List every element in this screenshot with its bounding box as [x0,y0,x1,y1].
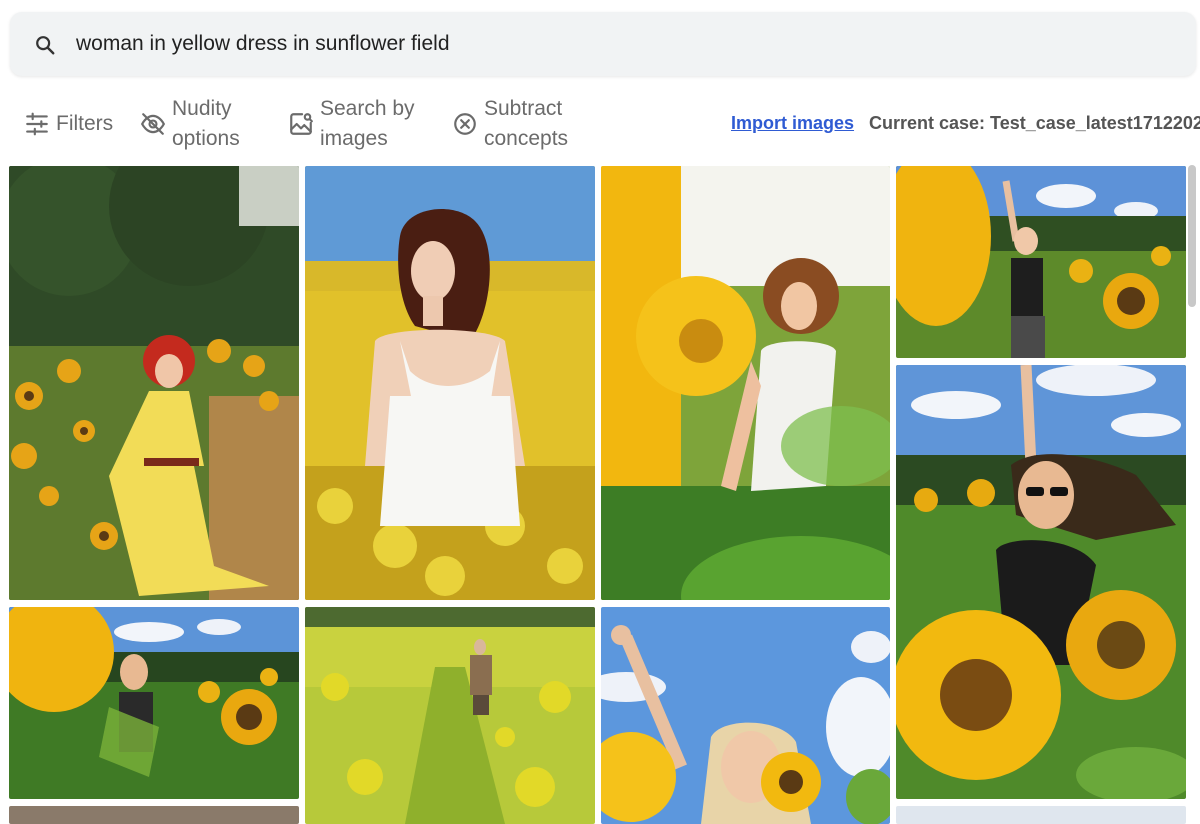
search-bar [10,12,1196,76]
image-gallery [0,165,1200,824]
filters-button[interactable]: Filters [24,109,113,139]
gallery-image[interactable] [896,365,1186,799]
search-by-images-line2: images [320,127,388,150]
gallery-image[interactable] [305,607,595,824]
gallery-image[interactable] [601,607,890,824]
circle-x-icon [454,113,476,135]
image-search-icon [290,113,313,135]
sliders-icon [26,112,48,136]
gallery-image[interactable] [9,166,299,600]
gallery-image[interactable] [9,607,299,799]
subtract-label-line2: concepts [484,127,569,150]
nudity-label-line1: Nudity [172,97,232,120]
gallery-image[interactable] [601,166,890,600]
filters-label: Filters [56,112,114,135]
search-by-images-line1: Search by [320,97,415,120]
search-icon[interactable] [34,34,56,56]
nudity-label-line2: options [172,127,240,150]
nudity-options-button[interactable]: Nudity options [140,94,272,154]
current-case-label: Current case: Test_case_latest17122024 [869,113,1200,133]
subtract-concepts-button[interactable]: Subtract concepts [452,94,584,154]
gallery-image[interactable] [305,166,595,600]
toolbar: Filters Nudity options Search by images … [0,92,1200,158]
scrollbar[interactable] [1188,165,1196,824]
scrollbar-thumb[interactable] [1188,165,1196,307]
search-input[interactable] [76,26,1156,62]
import-images-link[interactable]: Import images [731,113,854,134]
gallery-image[interactable] [896,806,1186,824]
gallery-image[interactable] [9,806,299,824]
subtract-label-line1: Subtract [484,97,563,120]
eye-off-icon [140,113,166,135]
search-by-images-button[interactable]: Search by images [288,94,420,154]
gallery-image[interactable] [896,166,1186,358]
